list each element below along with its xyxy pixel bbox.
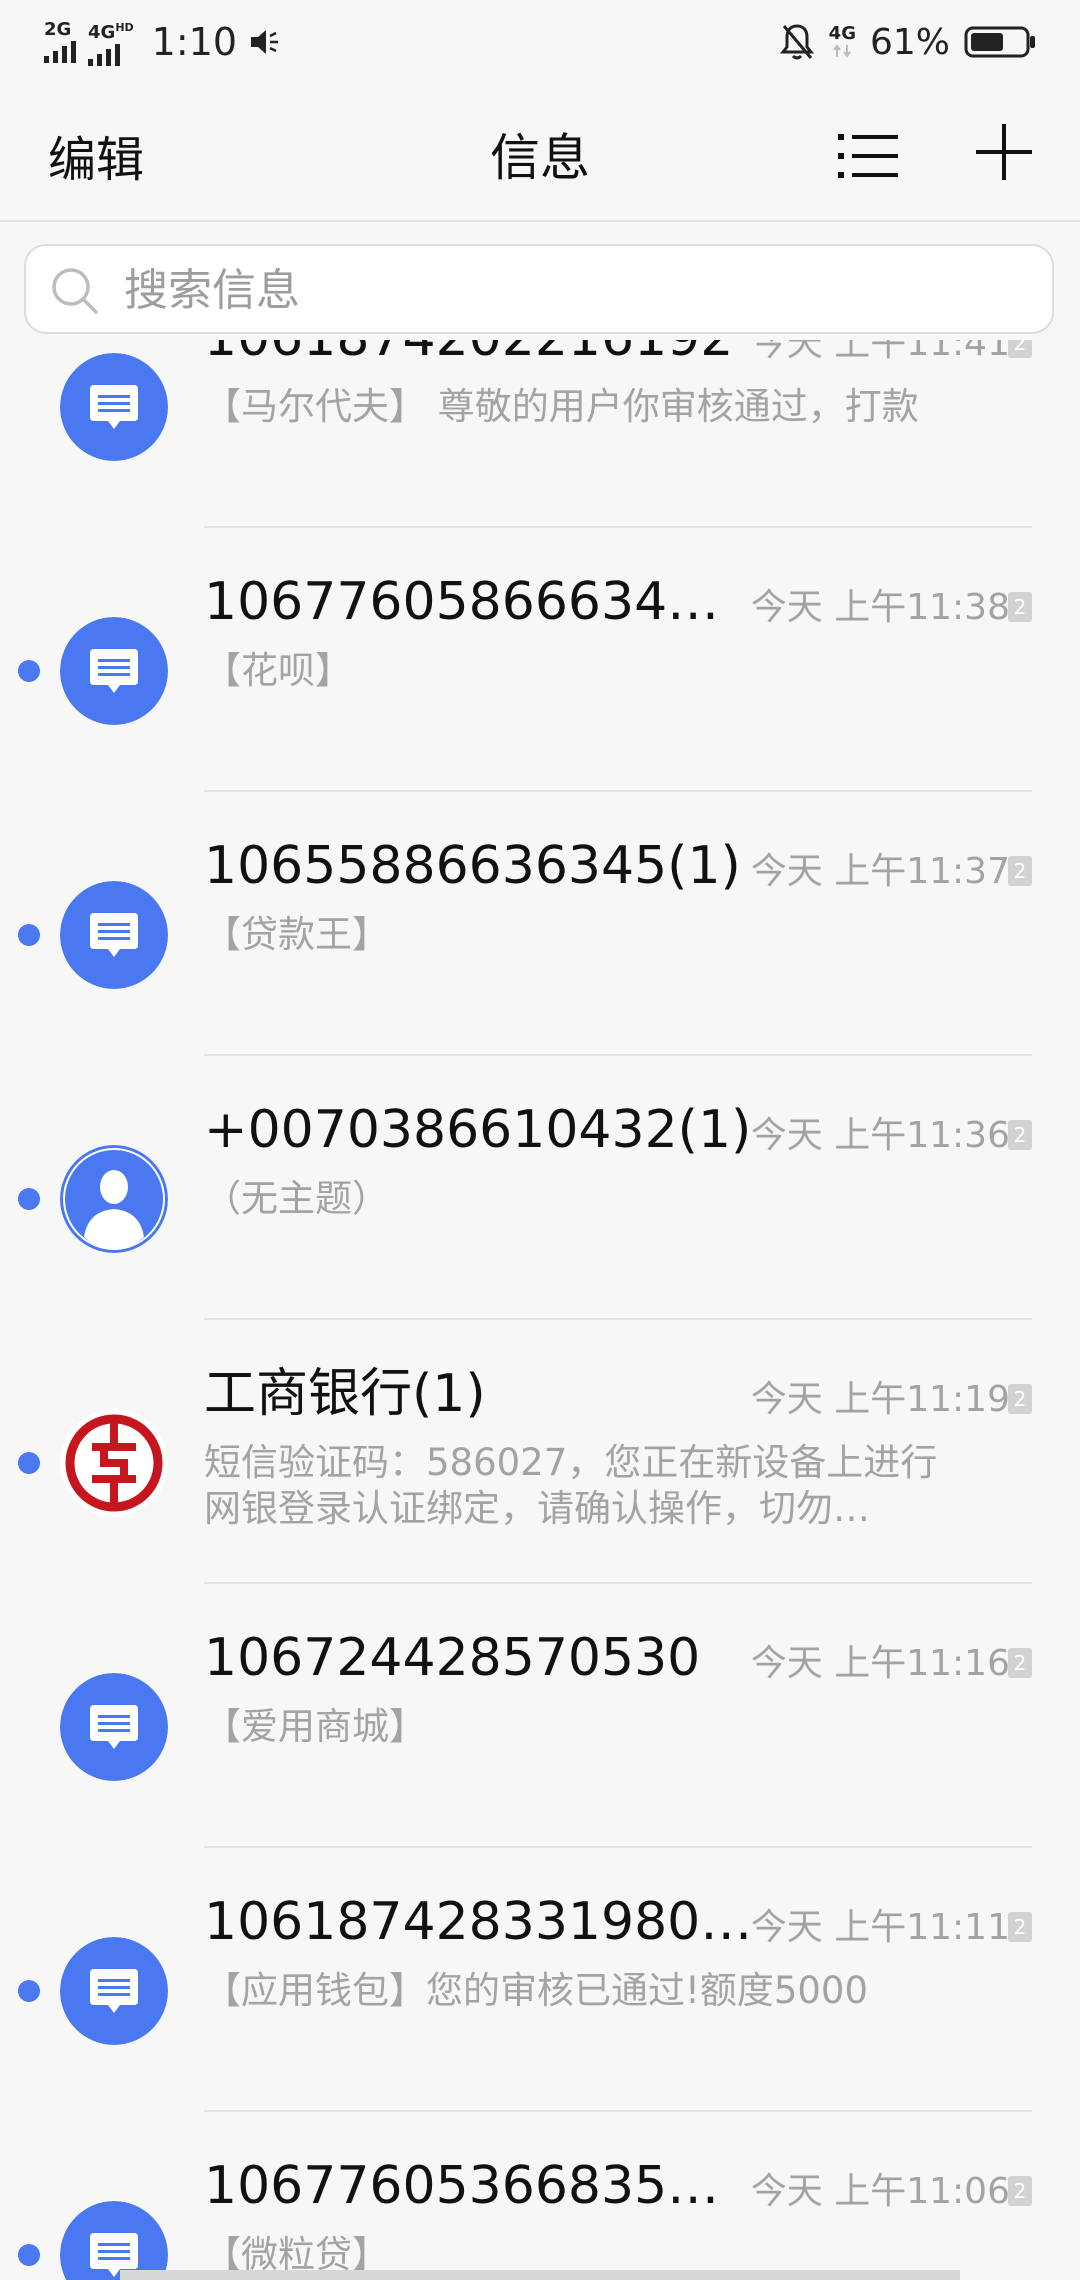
sim1-signal: 2G <box>44 21 76 63</box>
menu-list-icon[interactable] <box>836 128 900 184</box>
message-icon <box>60 617 168 725</box>
sim1-label: 2G <box>44 19 72 40</box>
sim-badge: 2 <box>1008 340 1032 358</box>
message-preview: 【应用钱包】您的审核已通过!额度5000 <box>204 1969 868 2012</box>
sim-badge: 2 <box>1008 1120 1032 1150</box>
message-preview: 【贷款王】 <box>204 913 389 956</box>
search-box[interactable] <box>24 244 1054 334</box>
bell-off-icon <box>779 24 814 60</box>
contact-name: 10655886636345(1) <box>204 836 741 896</box>
contact-name: 1061874202216192 <box>204 340 733 368</box>
unread-dot <box>18 1188 40 1210</box>
message-time: 今天 上午11:19 <box>750 1379 1010 1420</box>
search-icon <box>52 268 98 314</box>
app-header: 编辑 信息 <box>0 84 1080 222</box>
contact-name: 10677605866634… <box>204 572 720 632</box>
status-left: 2G 4GHD 1:10 <box>44 18 283 66</box>
sim-badge: 2 <box>1008 1384 1032 1414</box>
contact-name: +0070386610432(1) <box>204 1100 752 1160</box>
sim-badge: 2 <box>1008 2176 1032 2206</box>
message-preview: （无主题） <box>204 1177 389 1220</box>
message-row[interactable]: 10655886636345(1) 今天 上午11:37 2 【贷款王】 <box>0 792 1080 1056</box>
message-icon <box>60 2201 168 2280</box>
data-arrows-icon <box>833 44 852 58</box>
contact-name: 10677605366835… <box>204 2156 720 2216</box>
battery-percent: 61% <box>869 21 950 63</box>
avatar <box>60 1673 168 1781</box>
message-preview: 【花呗】 <box>204 649 352 692</box>
message-row[interactable]: 106724428570530 今天 上午11:16 2 【爱用商城】 <box>0 1584 1080 1848</box>
message-row[interactable]: 10677605366835… 今天 上午11:06 2 【微粒贷】 <box>0 2112 1080 2280</box>
scroll-overlay <box>120 2270 960 2280</box>
icbc-logo <box>60 1409 168 1517</box>
sim2-label: 4GHD <box>88 20 134 43</box>
sim2-signal: 4GHD <box>88 19 134 66</box>
message-row[interactable]: 106187428331980… 今天 上午11:11 2 【应用钱包】您的审核已通过… <box>0 1848 1080 2112</box>
message-time: 今天 上午11:11 <box>750 1907 1010 1948</box>
contact-name: 106187428331980… <box>204 1892 753 1952</box>
message-icon <box>60 1937 168 2045</box>
contact-name: 工商银行(1) <box>204 1364 486 1424</box>
avatar <box>60 1145 168 1253</box>
edit-button[interactable]: 编辑 <box>48 120 144 190</box>
message-preview: 短信验证码：586027，您正在新设备上进行网银登录认证绑定，请确认操作，切勿… <box>204 1441 938 1530</box>
new-message-plus-icon[interactable] <box>976 124 1032 180</box>
unread-dot <box>18 924 40 946</box>
page-title: 信息 <box>490 129 590 187</box>
signal-bars-icon <box>88 43 120 66</box>
sim-badge: 2 <box>1008 1912 1032 1942</box>
status-right: 4G 61% <box>779 18 1036 66</box>
contact-icon <box>60 1145 168 1253</box>
message-row[interactable]: 1061874202216192 今天 上午11:412 【马尔代夫】 尊敬的用户你… <box>0 340 1080 528</box>
message-time: 今天 上午11:37 <box>750 851 1010 892</box>
message-time: 今天 上午11:38 <box>750 587 1010 628</box>
message-preview: 【爱用商城】 <box>204 1705 426 1748</box>
message-time: 今天 上午11:06 <box>750 2171 1010 2212</box>
unread-dot <box>18 1980 40 2002</box>
message-time: 今天 上午11:16 <box>750 1643 1010 1684</box>
search-input[interactable] <box>122 246 1026 334</box>
sim-badge: 2 <box>1008 592 1032 622</box>
unread-dot <box>18 1452 40 1474</box>
messages-screen: 2G 4GHD 1:10 4G 61% 编辑 信息 搜索信息 今天 上午11:4… <box>0 0 1080 2280</box>
avatar <box>60 353 168 461</box>
avatar <box>60 881 168 989</box>
message-icon <box>60 881 168 989</box>
status-time: 1:10 <box>151 20 237 64</box>
message-row[interactable]: 工商银行(1) 今天 上午11:19 2 短信验证码：586027，您正在新设备上进行… <box>0 1320 1080 1584</box>
message-icon <box>60 1673 168 1781</box>
status-bar: 2G 4GHD 1:10 4G 61% <box>0 0 1080 84</box>
avatar <box>60 2201 168 2280</box>
message-row[interactable]: 10677605866634… 今天 上午11:38 2 【花呗】 <box>0 528 1080 792</box>
battery-icon <box>964 26 1035 58</box>
message-time: 今天 上午11:41 <box>750 340 1010 364</box>
message-row[interactable]: +0070386610432(1) 今天 上午11:36 2 （无主题） <box>0 1056 1080 1320</box>
avatar <box>60 617 168 725</box>
network-indicator: 4G <box>829 25 856 59</box>
avatar <box>60 1409 168 1517</box>
network-label: 4G <box>828 23 856 44</box>
unread-dot <box>18 2244 40 2266</box>
sim-badge: 2 <box>1008 856 1032 886</box>
avatar <box>60 1937 168 2045</box>
message-preview: 【马尔代夫】 尊敬的用户你审核通过，打款 <box>204 385 919 428</box>
contact-name: 106724428570530 <box>204 1628 701 1688</box>
message-list[interactable]: 1061874202216192今天 上午11:412【马尔代夫】 尊敬的用户你… <box>0 340 1080 2280</box>
unread-dot <box>18 660 40 682</box>
signal-bars-icon <box>44 41 76 63</box>
message-time: 今天 上午11:36 <box>750 1115 1010 1156</box>
speaker-icon <box>251 30 278 54</box>
message-icon <box>60 353 168 461</box>
sim-badge: 2 <box>1008 1648 1032 1678</box>
